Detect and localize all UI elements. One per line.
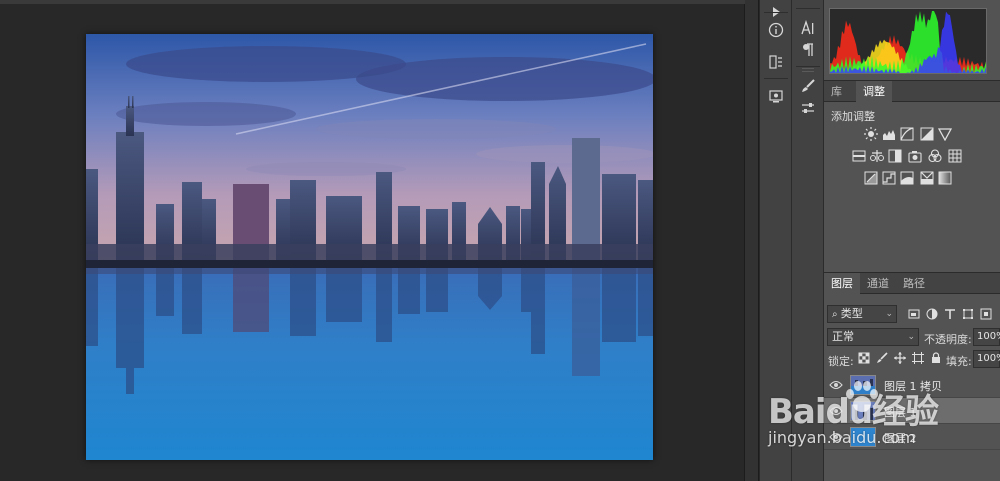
chevron-down-icon: ⌄ — [907, 332, 915, 342]
histogram-graph — [829, 8, 987, 74]
lock-position-icon[interactable] — [894, 352, 906, 364]
hue-saturation-icon[interactable] — [852, 149, 866, 163]
filter-kind-value: 类型 — [840, 307, 863, 320]
tab-layers[interactable]: 图层 — [824, 273, 860, 294]
levels-icon[interactable] — [882, 127, 896, 141]
paragraph-icon[interactable] — [795, 38, 821, 62]
gradient-map-icon[interactable] — [938, 171, 952, 185]
adjustments-panel-tabs: 库 调整 — [824, 80, 1000, 102]
photo-filter-icon[interactable] — [908, 149, 922, 163]
filter-shape-icon[interactable] — [962, 308, 974, 320]
vibrance-icon[interactable] — [938, 127, 952, 141]
panel-icons-column-1 — [760, 0, 792, 481]
filter-pixel-icon[interactable] — [908, 308, 920, 320]
adjustments-sliders-icon[interactable] — [795, 96, 821, 120]
photoshop-window: 库 调整 添加调整 图层 通道 路径 ⌕ 类型 ⌄ 正常 ⌄ 不透明度: 100… — [0, 0, 1000, 481]
tab-paths[interactable]: 路径 — [896, 273, 932, 294]
threshold-icon[interactable] — [900, 171, 914, 185]
tab-channels[interactable]: 通道 — [860, 273, 896, 294]
blend-mode-select[interactable]: 正常 ⌄ — [827, 328, 919, 346]
separator — [796, 66, 820, 67]
exposure-icon[interactable] — [920, 127, 934, 141]
panel-icons-column-2 — [792, 0, 824, 481]
brightness-contrast-icon[interactable] — [864, 127, 878, 141]
eye-icon[interactable] — [829, 405, 843, 417]
invert-icon[interactable] — [864, 171, 878, 185]
history-icon[interactable] — [763, 84, 789, 108]
brush-icon[interactable] — [795, 74, 821, 98]
right-panel-dock: 库 调整 添加调整 图层 通道 路径 ⌕ 类型 ⌄ 正常 ⌄ 不透明度: 100… — [824, 0, 1000, 481]
fill-label: 填充: — [946, 355, 972, 368]
top-edge — [0, 0, 745, 4]
layer-thumbnail — [850, 375, 876, 395]
tab-adjustments[interactable]: 调整 — [856, 81, 892, 102]
histogram-panel — [824, 0, 1000, 76]
search-icon: ⌕ — [832, 309, 841, 320]
panel-dock-gap — [745, 0, 759, 481]
separator — [764, 12, 788, 13]
layer-name: 图层 2 — [884, 432, 917, 445]
blend-mode-value: 正常 — [832, 330, 854, 343]
black-white-icon[interactable] — [888, 149, 902, 163]
opacity-label: 不透明度: — [924, 333, 972, 346]
color-lookup-icon[interactable] — [948, 149, 962, 163]
lock-artboard-icon[interactable] — [912, 352, 924, 364]
histogram-bars — [830, 11, 986, 73]
document-canvas-area[interactable] — [0, 0, 745, 481]
layer-filter-kind-select[interactable]: ⌕ 类型 ⌄ — [827, 305, 897, 323]
blend-opacity-row: 正常 ⌄ 不透明度: 100% — [824, 325, 1000, 347]
selective-color-icon[interactable] — [920, 171, 934, 185]
lock-fill-row: 锁定: 填充: 100% — [824, 347, 1000, 369]
color-balance-icon[interactable] — [870, 149, 884, 163]
channel-mixer-icon[interactable] — [928, 149, 942, 163]
adjustment-icons-row-3 — [824, 171, 1000, 187]
separator — [764, 78, 788, 79]
layer-row[interactable]: 图层 2 — [824, 424, 1000, 450]
properties-icon[interactable] — [763, 50, 789, 74]
adjustments-panel: 库 调整 添加调整 — [824, 80, 1000, 270]
chevron-down-icon: ⌄ — [885, 309, 893, 319]
layer-name: 图层 1 拷贝 — [884, 380, 942, 393]
lock-transparent-pixels-icon[interactable] — [858, 352, 870, 364]
layer-name: 图层 1 — [884, 406, 917, 419]
fill-input[interactable]: 100% — [973, 350, 1000, 368]
panel-grip[interactable] — [802, 68, 814, 72]
adjustment-icons-row-1 — [824, 127, 1000, 143]
layer-row-selected[interactable]: 图层 1 — [824, 398, 1000, 424]
layers-panel: 图层 通道 路径 ⌕ 类型 ⌄ 正常 ⌄ 不透明度: 100 锁定: 填充: 1… — [824, 272, 1000, 481]
separator — [796, 8, 820, 9]
adjustment-icons-row-2 — [824, 149, 1000, 165]
lock-all-icon[interactable] — [930, 352, 942, 364]
tab-library[interactable]: 库 — [824, 81, 849, 102]
add-adjustment-label: 添加调整 — [831, 110, 875, 123]
layer-filter-row: ⌕ 类型 ⌄ — [824, 302, 1000, 324]
layer-thumbnail — [850, 427, 876, 447]
filter-smart-object-icon[interactable] — [980, 308, 992, 320]
eye-icon[interactable] — [829, 379, 843, 391]
curves-icon[interactable] — [900, 127, 914, 141]
eye-icon[interactable] — [829, 431, 843, 443]
character-icon[interactable] — [795, 16, 821, 40]
filter-adjustment-icon[interactable] — [926, 308, 938, 320]
info-icon[interactable] — [763, 18, 789, 42]
layer-thumbnail — [850, 401, 876, 421]
image-chicago-skyline-reflection[interactable] — [86, 34, 653, 460]
opacity-input[interactable]: 100% — [973, 328, 1000, 346]
lock-label: 锁定: — [828, 355, 854, 368]
lock-image-pixels-icon[interactable] — [876, 352, 888, 364]
layer-row[interactable]: 图层 1 拷贝 — [824, 372, 1000, 398]
skyline-image — [86, 34, 653, 460]
filter-type-icon[interactable] — [944, 308, 956, 320]
posterize-icon[interactable] — [882, 171, 896, 185]
layers-panel-tabs: 图层 通道 路径 — [824, 272, 1000, 294]
